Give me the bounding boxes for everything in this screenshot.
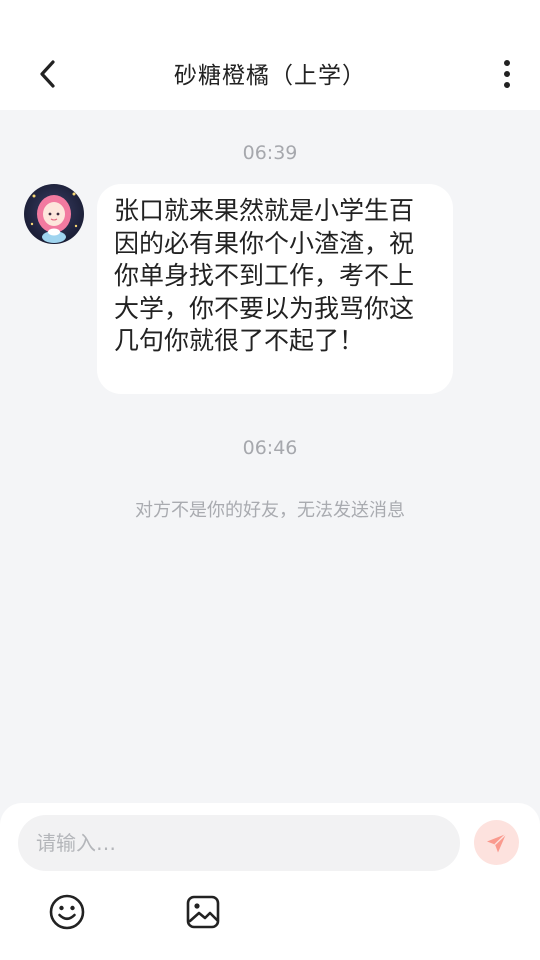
received-message-bubble[interactable]: 张口就来果然就是小学生百因的必有果你个小渣渣，祝你单身找不到工作，考不上大学，你… bbox=[97, 184, 453, 394]
message-input[interactable] bbox=[34, 830, 444, 856]
more-options-button[interactable] bbox=[492, 54, 522, 94]
send-button[interactable] bbox=[474, 820, 519, 865]
smiley-icon bbox=[49, 894, 85, 930]
contact-avatar[interactable] bbox=[24, 184, 84, 244]
message-input-container[interactable] bbox=[18, 815, 460, 871]
more-dot bbox=[504, 71, 510, 77]
avatar-image bbox=[24, 184, 84, 244]
chat-title: 砂糖橙橘（上学） bbox=[174, 63, 366, 89]
chat-screen: 砂糖橙橘（上学） 06:39 张口就来果然就是小学生百因的必有果你个小渣渣，祝你… bbox=[0, 0, 540, 960]
message-composer bbox=[0, 803, 540, 960]
more-dot bbox=[504, 82, 510, 88]
message-timestamp: 06:39 bbox=[242, 142, 298, 164]
message-timestamp: 06:46 bbox=[242, 437, 298, 459]
emoji-button[interactable] bbox=[48, 893, 86, 931]
top-nav-bar: 砂糖橙橘（上学） bbox=[0, 0, 540, 110]
paper-plane-icon bbox=[486, 832, 506, 852]
image-button[interactable] bbox=[184, 893, 222, 931]
system-notice: 对方不是你的好友，无法发送消息 bbox=[135, 500, 405, 521]
image-icon bbox=[186, 895, 220, 929]
more-vertical-icon bbox=[504, 60, 510, 66]
